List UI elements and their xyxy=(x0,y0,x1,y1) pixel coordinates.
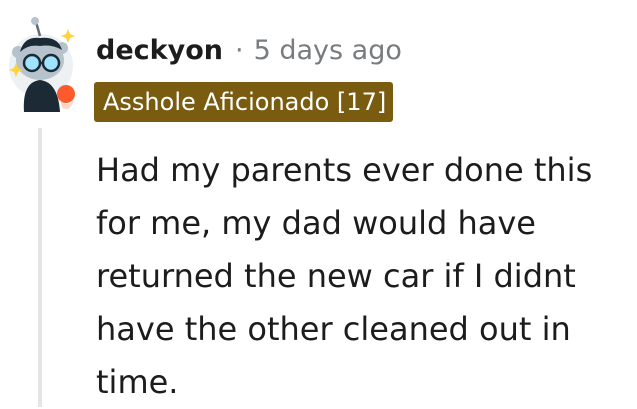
timestamp[interactable]: 5 days ago xyxy=(254,35,402,66)
comment-body: Had my parents ever done this for me, my… xyxy=(96,151,593,401)
user-flair-badge: Asshole Aficionado [17] xyxy=(94,82,394,122)
author-name[interactable]: deckyon xyxy=(96,35,223,66)
comment: deckyon · 5 days ago Asshole Aficionado … xyxy=(0,0,637,407)
snoo-avatar-icon[interactable] xyxy=(6,16,82,112)
comment-meta: deckyon · 5 days ago xyxy=(96,30,402,70)
thread-line[interactable] xyxy=(38,128,42,407)
meta-separator: · xyxy=(234,34,244,66)
